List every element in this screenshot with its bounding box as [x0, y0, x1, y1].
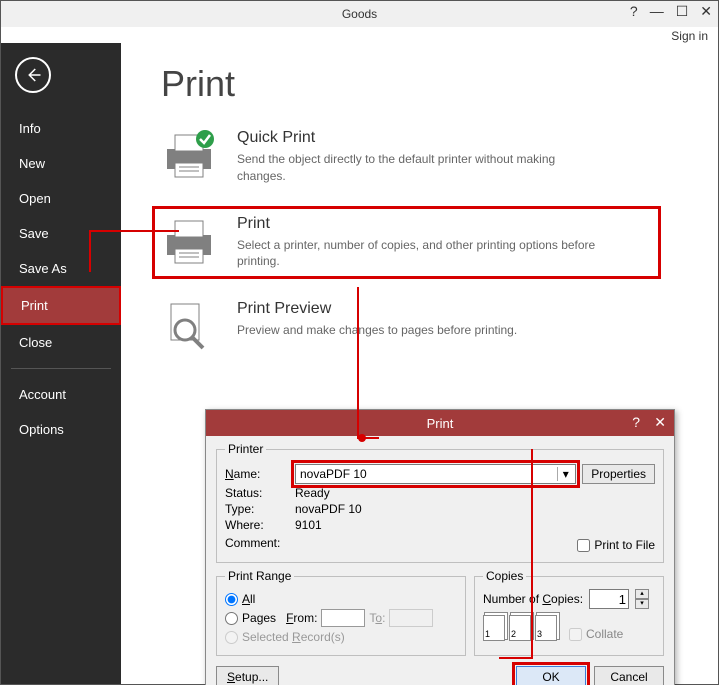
page-icon: 2	[509, 615, 531, 641]
name-label: Name:	[225, 467, 289, 481]
copies-input[interactable]	[589, 589, 629, 609]
sidebar-item-info[interactable]: Info	[1, 111, 121, 146]
where-value: 9101	[295, 518, 322, 532]
range-pages-input[interactable]	[225, 612, 238, 625]
sidebar-separator	[11, 368, 111, 369]
type-value: novaPDF 10	[295, 502, 362, 516]
from-field[interactable]	[321, 609, 365, 627]
collate-checkbox: Collate	[569, 627, 623, 641]
printer-group: Printer Name: novaPDF 10 ▾ Properties St…	[216, 442, 664, 563]
printer-legend: Printer	[225, 442, 266, 456]
copies-spinner[interactable]: ▴▾	[635, 589, 649, 609]
sidebar-item-open[interactable]: Open	[1, 181, 121, 216]
printer-name-dropdown[interactable]: novaPDF 10 ▾	[295, 464, 576, 484]
setup-button[interactable]: Setup...	[216, 666, 279, 685]
annotation-line	[357, 287, 359, 439]
range-all-input[interactable]	[225, 593, 238, 606]
title-bar: Goods ? — ☐ ✕	[1, 1, 718, 27]
sidebar-item-save[interactable]: Save	[1, 216, 121, 251]
dialog-help-icon[interactable]: ?	[632, 414, 640, 430]
copies-label: Number of Copies:	[483, 592, 583, 606]
page-icon: 3	[535, 615, 557, 641]
copies-group: Copies Number of Copies: ▴▾ 1 2 3 Collat…	[474, 569, 664, 656]
comment-label: Comment:	[225, 536, 289, 550]
option-title: Print	[237, 215, 597, 233]
cancel-button[interactable]: Cancel	[594, 666, 664, 685]
minimize-icon[interactable]: —	[650, 3, 664, 20]
properties-button[interactable]: Properties	[582, 464, 655, 484]
sidebar-item-close[interactable]: Close	[1, 325, 121, 360]
page-icon: 1	[483, 615, 505, 641]
print-to-file-input[interactable]	[577, 539, 590, 552]
type-label: Type:	[225, 502, 289, 516]
range-legend: Print Range	[225, 569, 294, 583]
sign-in-link[interactable]: Sign in	[1, 27, 718, 43]
window-title: Goods	[1, 7, 718, 21]
sidebar-item-options[interactable]: Options	[1, 412, 121, 447]
page-title: Print	[161, 63, 688, 105]
printer-check-icon	[161, 129, 217, 181]
printer-icon	[161, 215, 217, 267]
option-print-preview[interactable]: Print Preview Preview and make changes t…	[161, 300, 688, 352]
ok-button[interactable]: OK	[516, 666, 586, 685]
sidebar-item-save-as[interactable]: Save As	[1, 251, 121, 286]
range-pages-radio[interactable]: Pages From: To:	[225, 609, 457, 627]
status-label: Status:	[225, 486, 289, 500]
option-desc: Select a printer, number of copies, and …	[237, 237, 597, 271]
where-label: Where:	[225, 518, 289, 532]
annotation-dot	[358, 434, 366, 442]
range-all-radio[interactable]: All	[225, 592, 457, 606]
range-selected-radio: Selected Record(s)	[225, 630, 457, 644]
annotation-line	[89, 230, 91, 272]
dialog-titlebar: Print ? ✕	[206, 410, 674, 436]
sidebar-item-new[interactable]: New	[1, 146, 121, 181]
magnifier-page-icon	[161, 300, 217, 352]
back-button[interactable]	[15, 57, 51, 93]
print-dialog: Print ? ✕ Printer Name: novaPDF 10 ▾ Pro…	[205, 409, 675, 685]
sidebar-item-account[interactable]: Account	[1, 377, 121, 412]
option-title: Quick Print	[237, 129, 597, 147]
annotation-line	[89, 230, 179, 232]
option-print[interactable]: Print Select a printer, number of copies…	[155, 209, 658, 277]
option-title: Print Preview	[237, 300, 517, 318]
close-icon[interactable]: ✕	[700, 3, 712, 20]
maximize-icon[interactable]: ☐	[676, 3, 689, 20]
sidebar-item-print[interactable]: Print	[1, 286, 121, 325]
annotation-line	[531, 449, 533, 657]
print-range-group: Print Range All Pages From: To:	[216, 569, 466, 656]
printer-name-value: novaPDF 10	[300, 467, 367, 481]
option-quick-print[interactable]: Quick Print Send the object directly to …	[161, 129, 688, 185]
status-value: Ready	[295, 486, 330, 500]
range-selected-input	[225, 631, 238, 644]
option-desc: Send the object directly to the default …	[237, 151, 597, 185]
help-icon[interactable]: ?	[630, 3, 638, 20]
dialog-title: Print	[206, 416, 674, 431]
print-to-file-checkbox[interactable]: Print to File	[577, 538, 655, 552]
dialog-close-icon[interactable]: ✕	[654, 414, 666, 431]
copies-legend: Copies	[483, 569, 526, 583]
option-desc: Preview and make changes to pages before…	[237, 322, 517, 339]
backstage-sidebar: Info New Open Save Save As Print Close A…	[1, 43, 121, 684]
collate-input	[569, 628, 582, 641]
chevron-down-icon: ▾	[557, 467, 573, 481]
annotation-line	[499, 657, 533, 659]
to-field	[389, 609, 433, 627]
